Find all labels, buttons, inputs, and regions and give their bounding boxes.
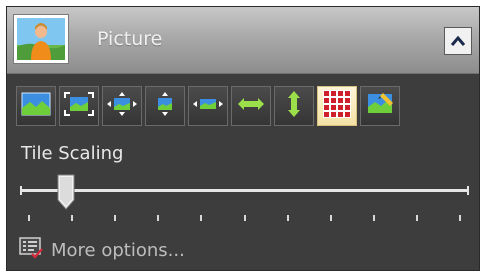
slider-tick xyxy=(114,215,117,221)
center-horizontal-icon xyxy=(193,92,223,120)
more-options-label: More options... xyxy=(51,239,185,261)
slider-end-left xyxy=(20,186,22,195)
landscape-button[interactable] xyxy=(16,86,56,126)
tile-icon xyxy=(323,90,351,122)
slider-tick xyxy=(243,215,246,221)
slider-tick xyxy=(415,215,418,221)
chevron-up-icon xyxy=(450,32,466,51)
options-list-icon xyxy=(19,237,43,263)
picture-icon xyxy=(13,14,69,64)
picture-edit-icon xyxy=(365,91,395,121)
picture-panel: Picture Tile Scaling More options... xyxy=(6,6,480,271)
slider-tick xyxy=(286,215,289,221)
picture-toolbar xyxy=(16,86,400,126)
slider-tick xyxy=(459,215,461,221)
stretch-button[interactable] xyxy=(102,86,142,126)
slider-tick xyxy=(71,215,74,221)
tile-button[interactable] xyxy=(317,86,357,126)
landscape-icon xyxy=(21,92,51,120)
fit-height-icon xyxy=(279,90,309,122)
tile-scaling-slider-track[interactable] xyxy=(21,189,468,192)
panel-title: Picture xyxy=(97,28,163,50)
fit-width-button[interactable] xyxy=(231,86,271,126)
collapse-button[interactable] xyxy=(444,27,472,55)
center-horizontal-button[interactable] xyxy=(188,86,228,126)
center-vertical-icon xyxy=(150,92,180,120)
more-options-link[interactable]: More options... xyxy=(19,235,185,265)
picture-edit-button[interactable] xyxy=(360,86,400,126)
slider-end-right xyxy=(467,186,469,195)
slider-tick xyxy=(372,215,375,221)
stretch-icon xyxy=(107,92,137,120)
slider-tick xyxy=(157,215,160,221)
fit-height-button[interactable] xyxy=(274,86,314,126)
fit-width-icon xyxy=(236,92,266,120)
slider-tick xyxy=(200,215,203,221)
slider-tick xyxy=(329,215,332,221)
tile-scaling-slider-thumb[interactable] xyxy=(57,174,75,210)
tile-scaling-label: Tile Scaling xyxy=(21,143,124,164)
fit-frame-button[interactable] xyxy=(59,86,99,126)
slider-tick xyxy=(28,215,30,221)
panel-header[interactable]: Picture xyxy=(7,7,479,74)
fit-frame-icon xyxy=(64,92,94,120)
center-vertical-button[interactable] xyxy=(145,86,185,126)
